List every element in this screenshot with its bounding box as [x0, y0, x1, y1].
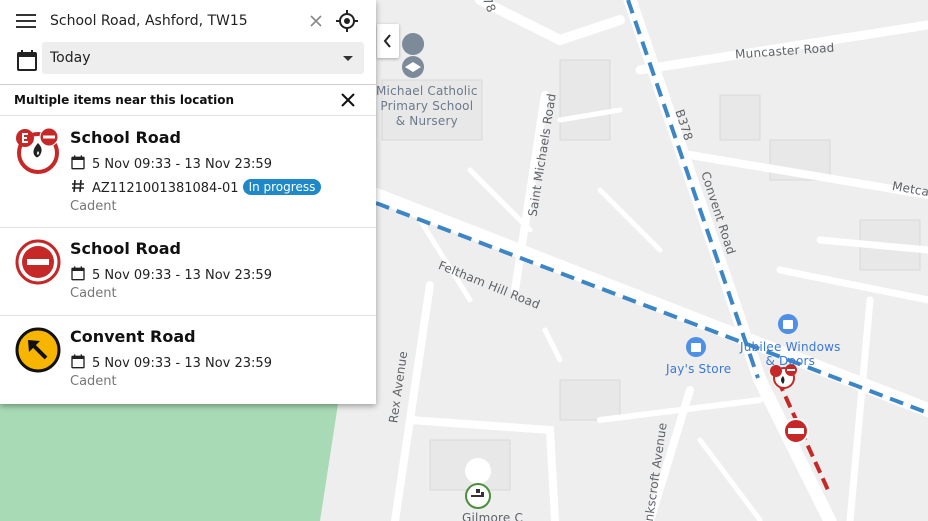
road-closure-icon	[15, 239, 61, 285]
result-item[interactable]: School Road 5 Nov 09:33 - 13 Nov 23:59 A…	[0, 117, 376, 228]
dropdown-caret-icon	[343, 56, 353, 61]
hash-icon	[72, 179, 84, 193]
result-title: Convent Road	[70, 327, 196, 346]
result-title: School Road	[70, 128, 181, 147]
collapse-panel-button[interactable]	[377, 24, 399, 58]
search-bar	[0, 0, 376, 42]
map-label-jays-store: Jay's Store	[666, 362, 732, 376]
map-label-jubilee-windows: Jubilee Windows & Doors	[740, 340, 841, 368]
calendar-icon	[71, 266, 85, 281]
panel-divider	[0, 84, 376, 85]
close-icon[interactable]	[339, 91, 357, 109]
diversion-arrow-icon	[15, 327, 61, 373]
result-promoter: Cadent	[70, 374, 117, 389]
clear-search-icon[interactable]	[308, 13, 324, 29]
result-item[interactable]: School Road 5 Nov 09:33 - 13 Nov 23:59 C…	[0, 228, 376, 316]
date-filter-select[interactable]: Today	[42, 42, 364, 74]
date-filter-row: Today	[0, 42, 376, 84]
jubilee-windows-poi-icon[interactable]	[778, 314, 798, 334]
calendar-icon	[71, 155, 85, 170]
map-label-gilmore: Gilmore C	[462, 511, 524, 521]
result-dates: 5 Nov 09:33 - 13 Nov 23:59	[70, 353, 272, 371]
menu-icon[interactable]	[16, 14, 36, 28]
status-badge: In progress	[242, 179, 322, 195]
chevron-left-icon	[383, 34, 391, 48]
result-promoter: Cadent	[70, 199, 117, 214]
result-promoter: Cadent	[70, 286, 117, 301]
result-title: School Road	[70, 239, 181, 258]
map-road-closure-marker-icon[interactable]	[783, 418, 809, 444]
search-input[interactable]	[50, 10, 300, 32]
result-dates: 5 Nov 09:33 - 13 Nov 23:59	[70, 265, 272, 283]
calendar-icon	[17, 50, 37, 71]
emergency-gas-road-closure-icon	[16, 127, 59, 174]
result-dates: 5 Nov 09:33 - 13 Nov 23:59	[70, 154, 272, 172]
results-panel: Today Multiple items near this location …	[0, 0, 376, 404]
result-item[interactable]: Convent Road 5 Nov 09:33 - 13 Nov 23:59 …	[0, 316, 376, 404]
my-location-icon[interactable]	[335, 9, 359, 33]
result-reference: AZ1121001381084-01 In progress	[70, 178, 322, 196]
results-header-title: Multiple items near this location	[14, 93, 235, 107]
date-filter-value: Today	[50, 50, 91, 66]
calendar-icon	[71, 354, 85, 369]
map-label-school: Michael Catholic Primary School & Nurser…	[376, 84, 478, 128]
results-header: Multiple items near this location	[0, 86, 376, 116]
jays-store-poi-icon[interactable]	[686, 337, 706, 357]
